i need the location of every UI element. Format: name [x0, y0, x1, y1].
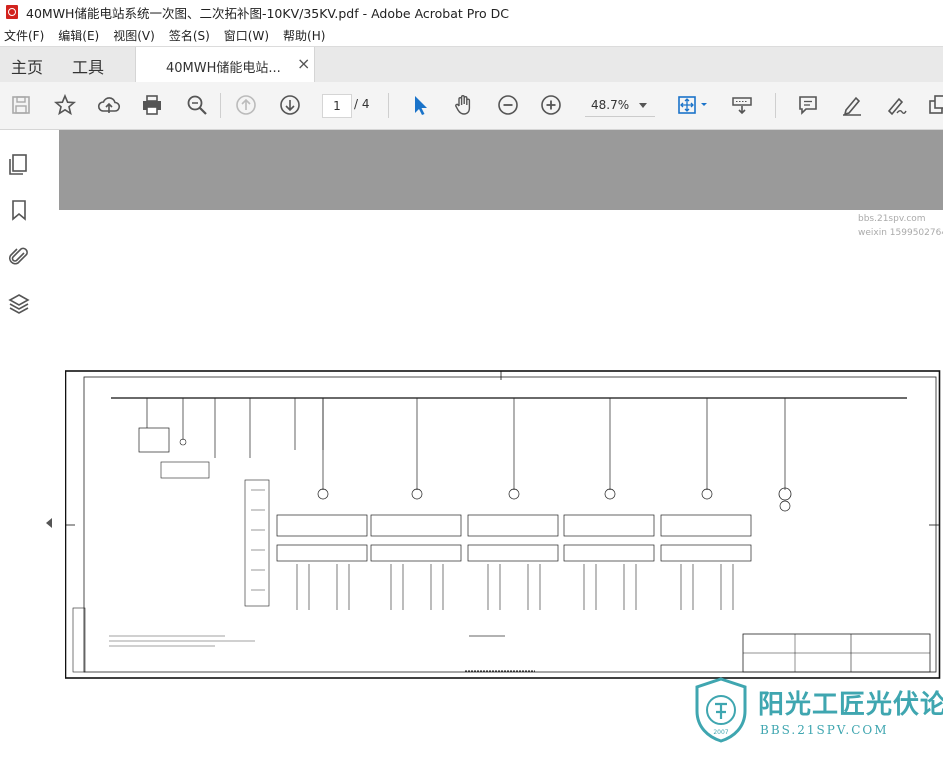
- save-icon[interactable]: [8, 92, 34, 118]
- tab-tools[interactable]: 工具: [72, 54, 104, 78]
- zoom-out-icon[interactable]: [495, 92, 521, 118]
- schematic-drawing: [65, 370, 941, 679]
- chevron-down-icon: [639, 103, 647, 108]
- navigation-panel: [0, 130, 41, 757]
- page-number-input[interactable]: 1: [322, 94, 352, 118]
- toolbar-separator: [775, 93, 776, 118]
- attachment-icon[interactable]: [7, 244, 31, 268]
- highlight-pen-icon[interactable]: [839, 92, 865, 118]
- tab-bar: 主页 工具 40MWH储能电站... ×: [0, 46, 943, 83]
- sign-pen-icon[interactable]: [883, 92, 909, 118]
- forum-logo-shield-icon: 2007: [695, 677, 747, 743]
- zoom-level-select[interactable]: 48.7%: [585, 94, 655, 117]
- scroll-mode-icon[interactable]: [729, 92, 755, 118]
- document-viewer[interactable]: bbs.21spv.com weixin 15995027646: [59, 130, 943, 757]
- zoom-search-icon[interactable]: [184, 92, 210, 118]
- star-icon[interactable]: [52, 92, 78, 118]
- page-gap-band: [59, 130, 943, 210]
- print-icon[interactable]: [139, 92, 165, 118]
- hand-tool-icon[interactable]: [451, 92, 477, 118]
- page-thumbnails-icon[interactable]: [7, 152, 31, 176]
- menu-file[interactable]: 文件(F): [4, 27, 44, 44]
- tab-document[interactable]: 40MWH储能电站... ×: [135, 47, 315, 83]
- watermark-contact: weixin 15995027646: [858, 228, 943, 238]
- window-title: 40MWH储能电站系统一次图、二次拓补图-10KV/35KV.pdf - Ado…: [26, 5, 509, 21]
- cloud-upload-icon[interactable]: [96, 92, 122, 118]
- panel-collapse-handle[interactable]: [40, 130, 59, 757]
- logo-year: 2007: [713, 729, 728, 736]
- zoom-in-icon[interactable]: [538, 92, 564, 118]
- toolbar: 1 / 4 48.7%: [0, 82, 943, 130]
- previous-page-icon[interactable]: [233, 92, 259, 118]
- acrobat-pdf-icon: [6, 5, 18, 19]
- next-page-icon[interactable]: [277, 92, 303, 118]
- menu-sign[interactable]: 签名(S): [169, 27, 210, 44]
- comment-icon[interactable]: [795, 92, 821, 118]
- select-cursor-icon[interactable]: [407, 92, 433, 118]
- page-total: / 4: [354, 97, 370, 111]
- tab-home[interactable]: 主页: [11, 54, 43, 78]
- menu-edit[interactable]: 编辑(E): [58, 27, 99, 44]
- bookmark-icon[interactable]: [7, 198, 31, 222]
- menu-help[interactable]: 帮助(H): [283, 27, 325, 44]
- title-bar: 40MWH储能电站系统一次图、二次拓补图-10KV/35KV.pdf - Ado…: [0, 0, 943, 24]
- watermark-url: bbs.21spv.com: [858, 214, 926, 224]
- menu-bar: 文件(F) 编辑(E) 视图(V) 签名(S) 窗口(W) 帮助(H): [0, 24, 943, 46]
- zoom-level-value: 48.7%: [591, 98, 630, 112]
- menu-view[interactable]: 视图(V): [113, 27, 155, 44]
- more-tools-icon[interactable]: [925, 92, 943, 118]
- toolbar-separator: [388, 93, 389, 118]
- chevron-left-icon: [46, 518, 52, 528]
- forum-logo-name: 阳光工匠光伏论坛: [758, 690, 943, 720]
- tab-document-label: 40MWH储能电站...: [166, 61, 281, 76]
- layers-icon[interactable]: [7, 292, 31, 316]
- close-tab-icon[interactable]: ×: [297, 54, 310, 73]
- menu-window[interactable]: 窗口(W): [224, 27, 269, 44]
- toolbar-separator: [220, 93, 221, 118]
- forum-logo-url: BBS.21SPV.COM: [760, 723, 889, 737]
- fit-page-icon[interactable]: [675, 92, 711, 118]
